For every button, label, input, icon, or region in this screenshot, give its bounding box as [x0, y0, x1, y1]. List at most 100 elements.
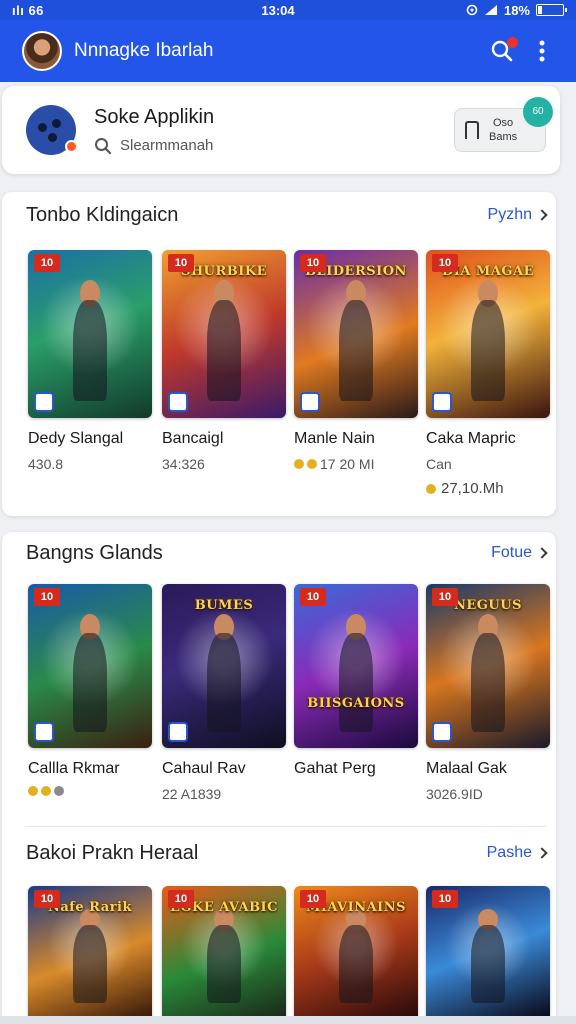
- game-meta: 430.8: [28, 456, 64, 472]
- rank-badge: 10: [432, 254, 458, 272]
- publisher-icon: [432, 392, 452, 412]
- game-meta: [28, 786, 152, 796]
- signal-text: ılı 66: [12, 2, 44, 18]
- app-subtitle: Slearmmanah: [120, 137, 214, 154]
- game-cover: MIAVINAINS 10: [294, 886, 418, 1016]
- button-line-2: Bams: [489, 131, 518, 143]
- game-meta: 17 20 MI: [294, 456, 418, 472]
- rank-badge: 10: [432, 890, 458, 908]
- app-bar: Nnnagke Ibarlah: [0, 20, 576, 82]
- game-name: Cahaul Rav: [162, 760, 246, 777]
- coin-icon: [28, 786, 38, 796]
- section-link-label: Pashe: [486, 844, 532, 861]
- publisher-icon: [300, 392, 320, 412]
- coin-icon: [294, 459, 304, 469]
- rank-badge: 10: [432, 588, 458, 606]
- coin-icon: [426, 483, 436, 494]
- game-cover: SHURBIKE 10: [162, 250, 286, 418]
- game-cover: 10: [426, 886, 550, 1016]
- section-link-label: Fotue: [491, 544, 532, 561]
- app-icon: [26, 105, 78, 155]
- search-button[interactable]: [482, 31, 522, 71]
- app-name: Soke Applikin: [94, 105, 215, 128]
- section-1: Tonbo Kldingaicn Pyzhn 10 Dedy Slangal 4…: [2, 192, 556, 516]
- section-link[interactable]: Fotue: [491, 544, 548, 562]
- rank-badge: 10: [168, 254, 194, 272]
- section-title: Tonbo Kldingaicn: [26, 203, 179, 226]
- game-name: Caka Mapric: [426, 430, 516, 447]
- game-name: Manle Nain: [294, 430, 375, 447]
- game-cover: BIISGAIONS 10: [294, 584, 418, 748]
- open-icon: [465, 121, 479, 139]
- game-extra: 27,10.Mh: [426, 480, 550, 497]
- game-tile[interactable]: SHURBIKE 10 Bancaigl 34:326: [162, 250, 286, 472]
- section-link[interactable]: Pashe: [486, 844, 548, 862]
- game-name: Callla Rkmar: [28, 760, 120, 777]
- section-link-label: Pyzhn: [487, 206, 532, 223]
- section-title: Bakoi Prakn Heraal: [26, 841, 199, 864]
- game-cover: Nafe Rarik 10: [28, 886, 152, 1016]
- game-tile[interactable]: BUMES Cahaul Rav 22 A1839: [162, 584, 286, 802]
- app-title: Nnnagke Ibarlah: [74, 40, 214, 61]
- game-tile[interactable]: BLIDERSION 10 Manle Nain 17 20 MI: [294, 250, 418, 472]
- game-cover: 10: [28, 584, 152, 748]
- game-tile[interactable]: NEGUUS 10 Malaal Gak 3026.9ID: [426, 584, 550, 802]
- publisher-icon: [432, 722, 452, 742]
- game-tile[interactable]: Nafe Rarik 10: [28, 886, 152, 1016]
- game-cover: NEGUUS 10: [426, 584, 550, 748]
- more-options-button[interactable]: [522, 31, 562, 71]
- rank-badge: 10: [300, 890, 326, 908]
- rank-badge: 10: [168, 890, 194, 908]
- rank-badge: 10: [34, 254, 60, 272]
- status-icons: 18%: [424, 2, 567, 18]
- game-tile[interactable]: BIISGAIONS 10 Gahat Perg: [294, 584, 418, 778]
- rank-badge: 10: [300, 588, 326, 606]
- divider: [26, 826, 546, 827]
- game-tile[interactable]: 10 Dedy Slangal 430.8: [28, 250, 152, 472]
- game-tile[interactable]: 10: [426, 886, 550, 1016]
- game-meta: 34:326: [162, 456, 205, 472]
- open-app-button[interactable]: Oso Bams 60: [454, 97, 553, 152]
- game-cover: EGKE AVABIC 10: [162, 886, 286, 1016]
- game-meta: 3026.9ID: [426, 786, 483, 802]
- rank-badge: 10: [34, 588, 60, 606]
- section-link[interactable]: Pyzhn: [487, 206, 548, 224]
- game-name: Malaal Gak: [426, 760, 507, 777]
- chevron-right-icon: [536, 847, 548, 859]
- section-2: Bangns Glands Fotue 10 Callla Rkmar BUME…: [2, 532, 556, 1016]
- game-name: Dedy Slangal: [28, 430, 124, 447]
- section-3-head: Bakoi Prakn Heraal Pashe: [26, 832, 548, 874]
- publisher-icon: [168, 392, 188, 412]
- chevron-right-icon: [536, 209, 548, 221]
- cover-title: BIISGAIONS: [307, 696, 405, 711]
- app-icon-badge: [65, 140, 78, 153]
- publisher-icon: [34, 392, 54, 412]
- rank-badge: 10: [300, 254, 326, 272]
- status-bar: ılı 66 13:04 18%: [0, 0, 576, 20]
- search-icon: [95, 137, 112, 154]
- game-tile[interactable]: EGKE AVABIC 10: [162, 886, 286, 1016]
- game-tile[interactable]: MIAVINAINS 10: [294, 886, 418, 1016]
- publisher-icon: [168, 722, 188, 742]
- coin-icon: [307, 459, 317, 469]
- avatar[interactable]: [22, 31, 62, 71]
- notification-badge: [507, 37, 518, 48]
- chevron-right-icon: [536, 547, 548, 559]
- signal-icon: [484, 5, 497, 15]
- coin-icon: [54, 786, 64, 796]
- cover-title: BUMES: [194, 598, 254, 613]
- game-name: Bancaigl: [162, 430, 224, 447]
- game-tile[interactable]: 10 Callla Rkmar: [28, 584, 152, 796]
- location-icon: [466, 4, 478, 16]
- section-title: Bangns Glands: [26, 541, 163, 564]
- featured-app-card[interactable]: Soke Applikin Slearmmanah Oso Bams 60: [2, 86, 560, 174]
- rank-badge: 10: [34, 890, 60, 908]
- game-meta: Can: [426, 456, 452, 472]
- game-tile[interactable]: DIA MAGAE 10 Caka Mapric Can 27,10.Mh: [426, 250, 550, 497]
- game-cover: BUMES: [162, 584, 286, 748]
- game-meta: 22 A1839: [162, 786, 222, 802]
- publisher-icon: [34, 722, 54, 742]
- battery-percent: 18%: [503, 2, 530, 18]
- game-cover: 10: [28, 250, 152, 418]
- coin-icon: [41, 786, 51, 796]
